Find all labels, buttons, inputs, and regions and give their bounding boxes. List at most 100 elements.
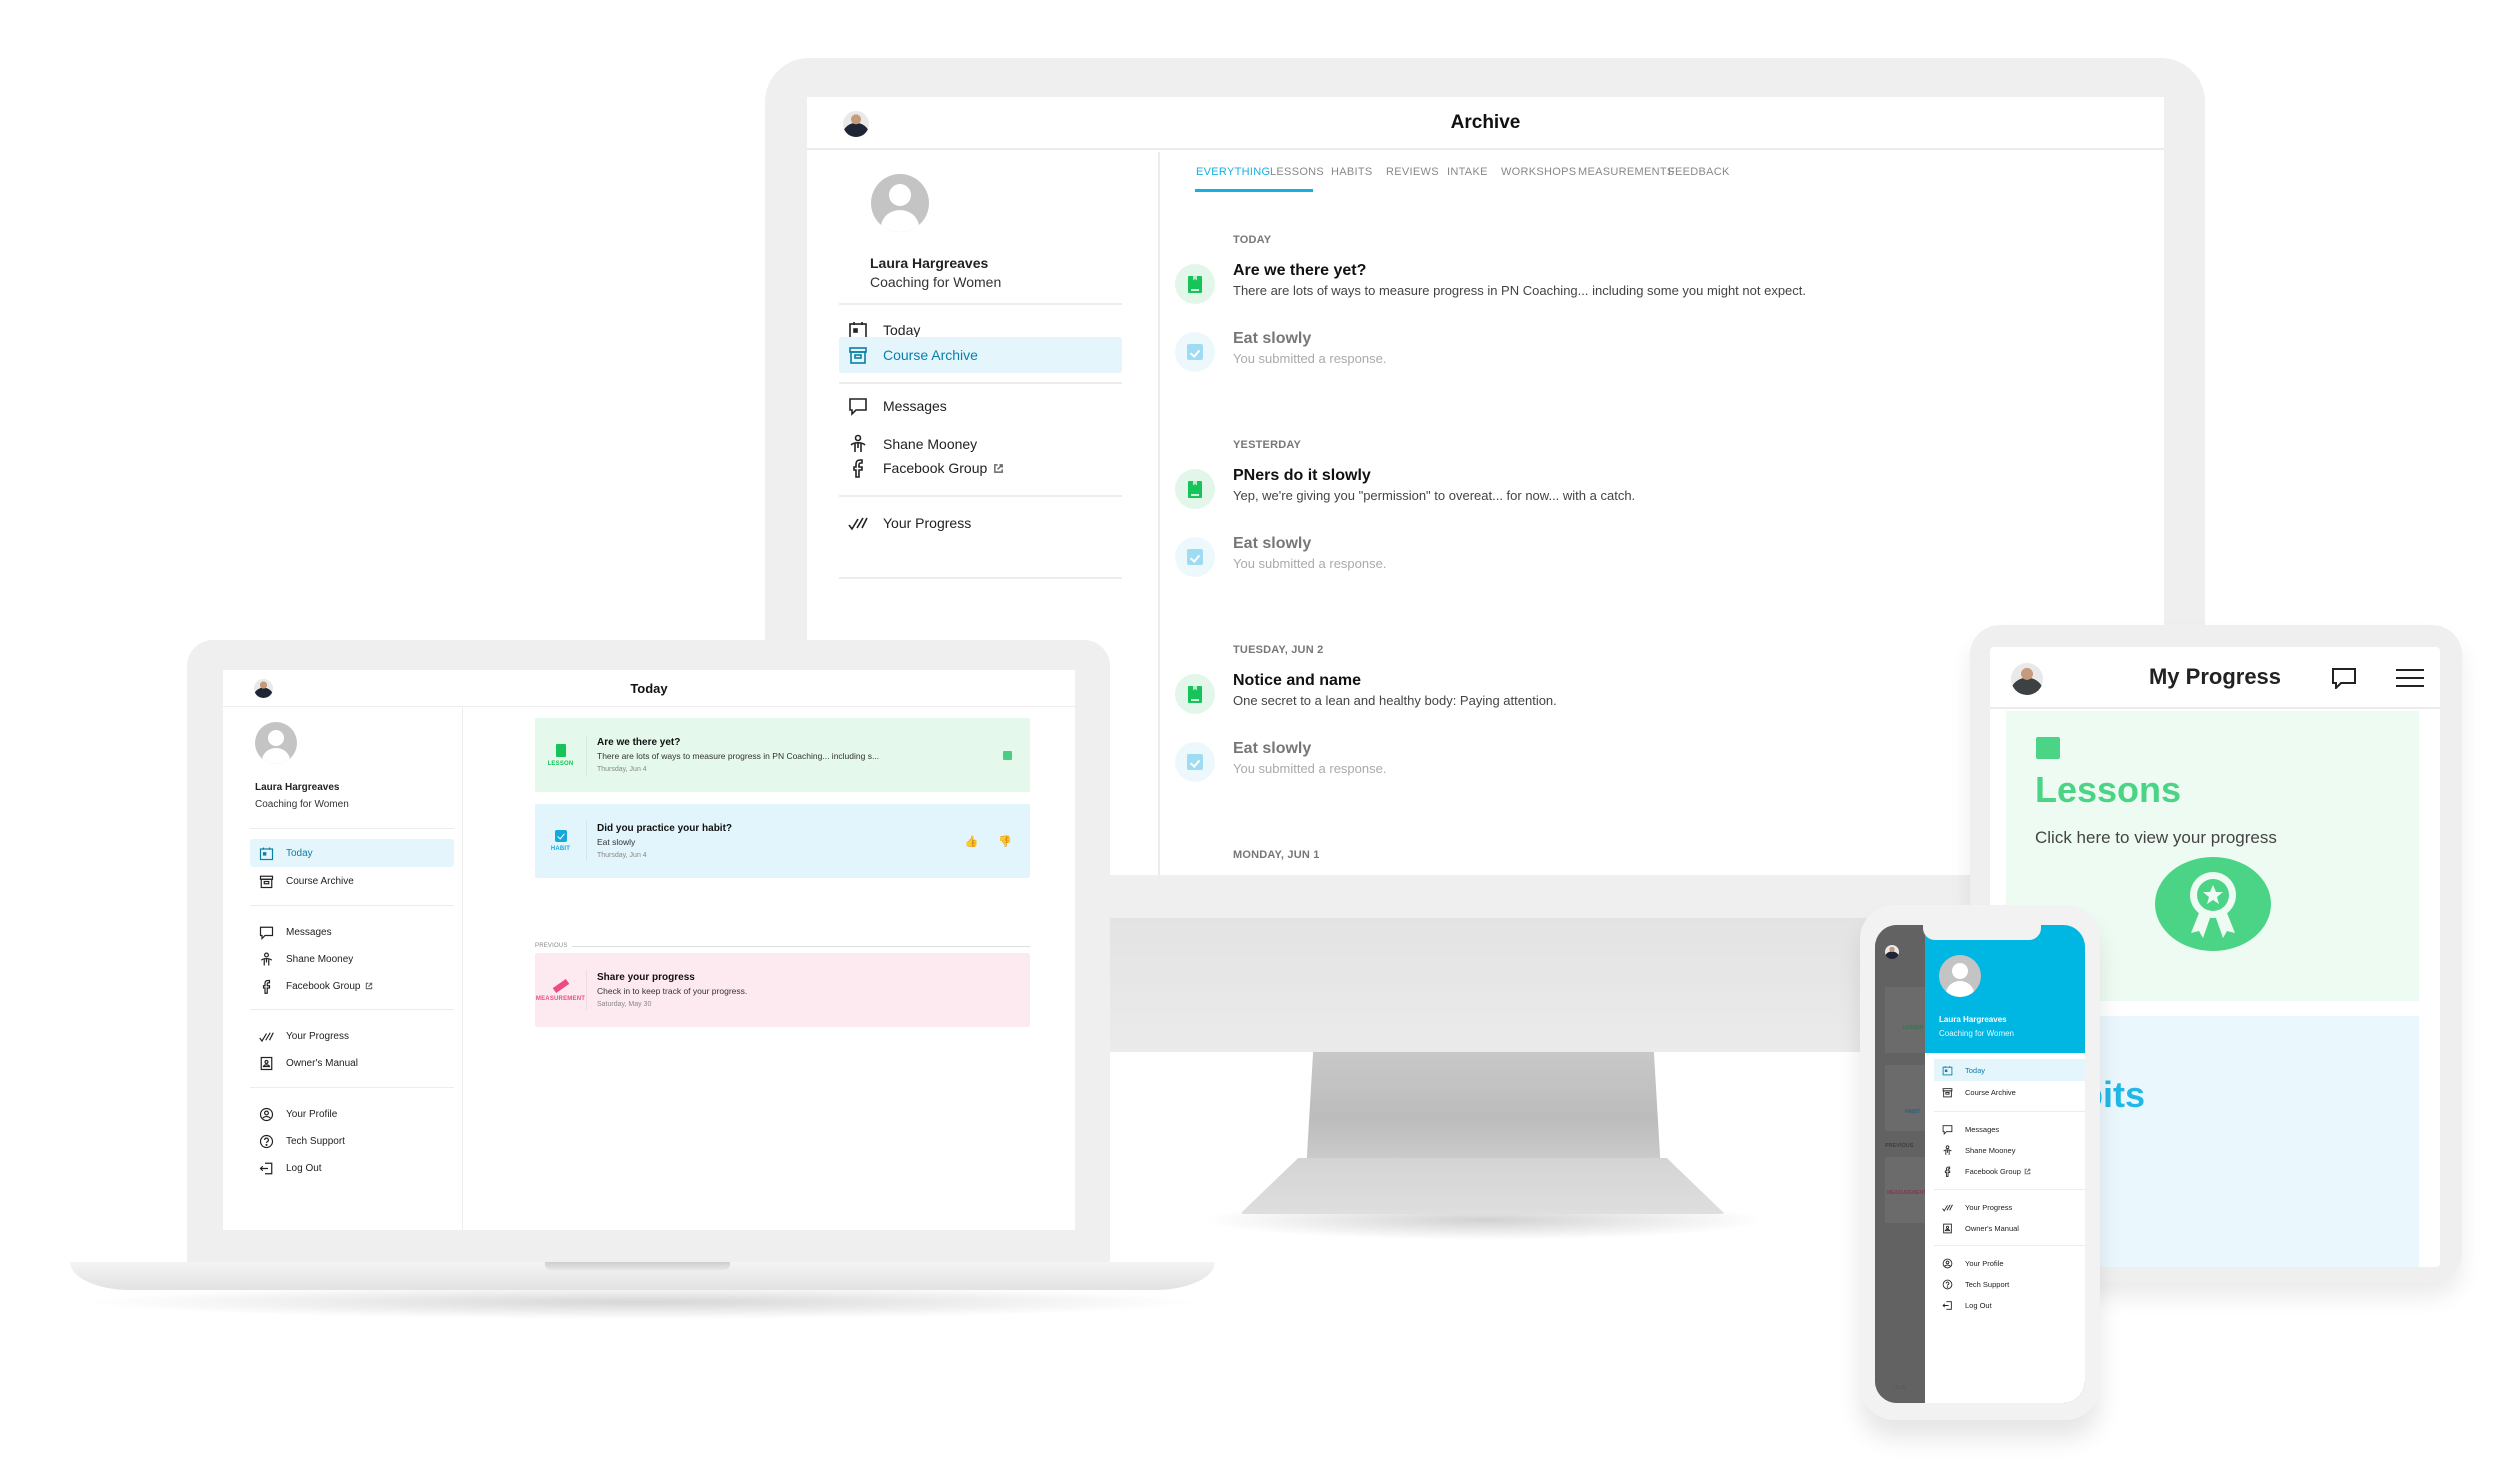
coach-avatar xyxy=(1885,945,1899,959)
divider xyxy=(839,577,1122,579)
tab-reviews[interactable]: Reviews xyxy=(1386,166,1439,178)
page-title: My Progress xyxy=(2148,664,2282,689)
feed-item-habit[interactable]: Eat slowly You submitted a response. xyxy=(1175,740,1386,782)
sidebar-item-course-archive[interactable]: Course Archive xyxy=(839,337,1122,373)
sidebar-item-messages[interactable]: Messages xyxy=(250,918,454,946)
thumbs-up-icon[interactable]: 👍 xyxy=(965,835,979,848)
tab-feedback[interactable]: Feedback xyxy=(1668,166,1730,178)
sidebar-item-today[interactable]: Today xyxy=(1934,1059,2085,1081)
day-label: YESTERDAY xyxy=(1233,439,1302,451)
habit-icon xyxy=(1175,332,1215,372)
sidebar-item-messages[interactable]: Messages xyxy=(1934,1118,2085,1140)
sidebar-item-label: Your Progress xyxy=(883,515,972,531)
habit-icon xyxy=(1175,742,1215,782)
card-habit[interactable]: HABIT Did you practice your habit? Eat sl… xyxy=(535,804,1030,878)
manual-icon xyxy=(260,1056,273,1070)
desktop-header: Archive xyxy=(807,97,2164,150)
sidebar-item-your-progress[interactable]: Your Progress xyxy=(839,505,1122,541)
archive-icon xyxy=(847,344,869,366)
sidebar-item-coach[interactable]: Shane Mooney xyxy=(250,945,454,973)
card-date: Saturday, May 30 xyxy=(597,1001,652,1008)
logout-icon xyxy=(1942,1300,1952,1310)
archive-icon xyxy=(1942,1087,1953,1097)
divider xyxy=(1934,1111,2085,1112)
coach-avatar[interactable] xyxy=(254,679,273,698)
facebook-icon xyxy=(1944,1166,1951,1177)
feed-item-lesson[interactable]: Are we there yet? There are lots of ways … xyxy=(1175,262,1806,304)
feed-item-habit[interactable]: Eat slowly You submitted a response. xyxy=(1175,535,1386,577)
sidebar-item-course-archive[interactable]: Course Archive xyxy=(1934,1081,2085,1103)
external-link-icon xyxy=(994,463,1004,473)
tab-lessons[interactable]: Lessons xyxy=(1270,166,1324,178)
sidebar-item-your-profile[interactable]: Your Profile xyxy=(1934,1252,2085,1274)
card-measurement[interactable]: MEASUREMENT Share your progress Check in … xyxy=(535,953,1030,1027)
thumbs-down-icon[interactable]: 👎 xyxy=(998,835,1012,848)
tab-everything[interactable]: Everything xyxy=(1196,166,1270,178)
sidebar-item-course-archive[interactable]: Course Archive xyxy=(250,867,454,895)
tab-habits[interactable]: Habits xyxy=(1331,166,1373,178)
sidebar-item-coach[interactable]: Shane Mooney xyxy=(1934,1139,2085,1161)
chat-icon xyxy=(1942,1124,1953,1135)
sidebar-item-label: Messages xyxy=(883,398,947,414)
lesson-icon xyxy=(1175,264,1215,304)
navigation-drawer: Laura Hargreaves Coaching for Women Toda… xyxy=(1925,925,2085,1403)
user-plan: Coaching for Women xyxy=(255,799,349,810)
sidebar-item-today[interactable]: Today xyxy=(250,839,454,867)
sidebar-item-tech-support[interactable]: Tech Support xyxy=(250,1127,454,1155)
card-title: Are we there yet? xyxy=(597,737,681,748)
sidebar-item-your-progress[interactable]: Your Progress xyxy=(1934,1196,2085,1218)
archive-icon[interactable] xyxy=(1003,750,1012,760)
user-avatar[interactable] xyxy=(255,722,297,764)
sidebar-item-label: Facebook Group xyxy=(883,460,988,476)
sidebar-item-your-profile[interactable]: Your Profile xyxy=(250,1100,454,1128)
habit-icon xyxy=(554,830,567,842)
double-check-icon xyxy=(259,1031,274,1042)
feed-item-lesson[interactable]: PNers do it slowly Yep, we're giving you … xyxy=(1175,467,1635,509)
sidebar-item-owners-manual[interactable]: Owner's Manual xyxy=(250,1049,454,1077)
sidebar-item-log-out[interactable]: Log Out xyxy=(250,1154,454,1182)
sidebar-item-tech-support[interactable]: Tech Support xyxy=(1934,1273,2085,1295)
card-lesson[interactable]: LESSON Are we there yet? There are lots o… xyxy=(535,718,1030,792)
sidebar-item-owners-manual[interactable]: Owner's Manual xyxy=(1934,1217,2085,1239)
person-icon xyxy=(260,952,273,965)
user-avatar[interactable] xyxy=(1939,955,1981,997)
facebook-icon xyxy=(262,979,271,994)
phone-notch xyxy=(1923,925,2041,940)
coach-avatar[interactable] xyxy=(843,111,869,137)
sidebar-item-your-progress[interactable]: Your Progress xyxy=(250,1022,454,1050)
coach-avatar[interactable] xyxy=(2011,663,2043,695)
user-name: Laura Hargreaves xyxy=(1939,1015,2007,1024)
tab-workshops[interactable]: Workshops xyxy=(1501,166,1576,178)
user-plan: Coaching for Women xyxy=(1939,1029,2014,1038)
sidebar-item-log-out[interactable]: Log Out xyxy=(1934,1294,2085,1316)
chat-icon xyxy=(847,395,869,417)
card-desc: Check in to keep track of your progress. xyxy=(597,986,748,996)
chat-icon[interactable] xyxy=(2331,667,2357,689)
divider xyxy=(1934,1189,2085,1190)
user-avatar[interactable] xyxy=(871,174,929,232)
tab-measurements[interactable]: Measurements xyxy=(1578,166,1675,178)
hamburger-menu-icon[interactable] xyxy=(2396,669,2424,687)
external-link-icon xyxy=(2024,1168,2031,1174)
lesson-icon xyxy=(1175,674,1215,714)
drawer-header: Laura Hargreaves Coaching for Women xyxy=(1925,925,2085,1053)
feed-item-habit[interactable]: Eat slowly You submitted a response. xyxy=(1175,330,1386,372)
tablet-header: My Progress xyxy=(1990,647,2440,709)
profile-icon xyxy=(1942,1258,1953,1268)
sidebar-item-facebook-group[interactable]: Facebook Group xyxy=(250,972,454,1000)
laptop-app-window: Today Laura Hargreaves Coaching for Wome… xyxy=(223,670,1075,1230)
feed-item-lesson[interactable]: Notice and name One secret to a lean and … xyxy=(1175,672,1557,714)
manual-icon xyxy=(1943,1223,1952,1233)
double-check-icon xyxy=(847,512,869,534)
sidebar-item-messages[interactable]: Messages xyxy=(839,388,1122,424)
sidebar-item-facebook-group[interactable]: Facebook Group xyxy=(1934,1160,2085,1182)
lessons-subtitle: Click here to view your progress xyxy=(2035,828,2277,847)
facebook-icon xyxy=(847,457,869,479)
card-date: Thursday, Jun 4 xyxy=(597,766,647,773)
tab-intake[interactable]: Intake xyxy=(1447,166,1488,178)
external-link-icon xyxy=(365,982,372,990)
user-plan: Coaching for Women xyxy=(870,274,1002,290)
sidebar-item-facebook-group[interactable]: Facebook Group xyxy=(839,450,1122,486)
profile-icon xyxy=(259,1107,274,1121)
day-label: TUESDAY, JUN 2 xyxy=(1233,644,1324,656)
